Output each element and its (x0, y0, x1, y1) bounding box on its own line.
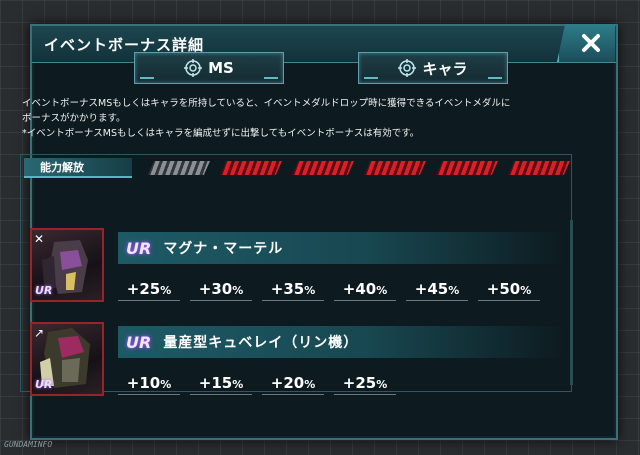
bonus-value: +45% (406, 280, 468, 301)
unit-portrait: ✕ UR (30, 228, 104, 302)
ability-level-stripe (220, 161, 282, 175)
bonus-value: +10% (118, 374, 180, 395)
title-bar: イベントボーナス詳細 (32, 26, 616, 63)
bonus-value: +30% (190, 280, 252, 301)
tab-decoration (364, 77, 378, 79)
description-note: *イベントボーナスMSもしくはキャラを編成せずに出撃してもイベントボーナスは有効… (22, 128, 420, 139)
tab-chara[interactable]: キャラ (358, 52, 508, 84)
sword-icon: ↗ (34, 326, 45, 340)
ability-unlock-label: 能力解放 (24, 158, 132, 178)
rarity-badge: UR (126, 332, 152, 352)
ability-unlock-row: 能力解放 (24, 158, 570, 180)
bonus-unit: % (232, 284, 244, 297)
description-text: イベントボーナスMSもしくはキャラを所持していると、イベントメダルドロップ時に獲… (22, 96, 562, 141)
scrollbar[interactable] (570, 220, 573, 385)
bonus-number: +20 (270, 374, 305, 392)
bonus-number: +30 (198, 280, 233, 298)
description-line: イベントボーナスMSもしくはキャラを所持していると、イベントメダルドロップ時に獲… (22, 98, 511, 109)
bonus-unit: % (304, 284, 316, 297)
ability-level-stripe (292, 161, 354, 175)
tab-ms[interactable]: MS (134, 52, 284, 84)
bonus-value: +40% (334, 280, 396, 301)
bonus-number: +50 (486, 280, 521, 298)
target-icon (398, 59, 417, 77)
rarity-badge: UR (126, 238, 152, 258)
bonus-value: +25% (334, 374, 396, 395)
bonus-unit: % (376, 284, 388, 297)
bonus-value: +20% (262, 374, 324, 395)
unit-portrait: ↗ UR (30, 322, 104, 396)
bonus-unit: % (448, 284, 460, 297)
bonus-number: +35 (270, 280, 305, 298)
ability-level-stripe (364, 161, 426, 175)
bonus-number: +25 (342, 374, 377, 392)
unit-name-bar: UR 量産型キュベレイ（リン機） (118, 326, 568, 358)
target-icon (184, 59, 203, 77)
unit-name-bar: UR マグナ・マーテル (118, 232, 568, 264)
bonus-number: +45 (414, 280, 449, 298)
unit-name: 量産型キュベレイ（リン機） (163, 335, 359, 351)
description-line: ボーナスがかかります。 (22, 113, 126, 124)
bonus-number: +25 (126, 280, 161, 298)
bonus-value: +35% (262, 280, 324, 301)
tab-chara-label: キャラ (422, 59, 468, 78)
ability-level-stripe (148, 161, 210, 175)
unit-name: マグナ・マーテル (163, 241, 284, 257)
bonus-value: +50% (478, 280, 540, 301)
tab-decoration (264, 77, 278, 79)
bonus-unit: % (520, 284, 532, 297)
bonus-unit: % (160, 378, 172, 391)
close-button[interactable] (557, 24, 615, 62)
bonus-number: +10 (126, 374, 161, 392)
rarity-badge: UR (35, 284, 53, 297)
bonus-unit: % (376, 378, 388, 391)
crossed-swords-icon: ✕ (34, 232, 45, 246)
bonus-unit: % (232, 378, 244, 391)
tab-decoration (488, 77, 502, 79)
bonus-value: +15% (190, 374, 252, 395)
watermark-text: GUNDAMINFO (4, 440, 53, 449)
ability-level-stripe (436, 161, 498, 175)
bonus-value: +25% (118, 280, 180, 301)
unit-row[interactable]: ✕ UR UR マグナ・マーテル +25% +30% +35% +40% +45… (30, 228, 570, 310)
bonus-unit: % (160, 284, 172, 297)
bonus-number: +15 (198, 374, 233, 392)
close-icon (582, 34, 600, 52)
unit-row[interactable]: ↗ UR UR 量産型キュベレイ（リン機） +10% +15% +20% +25… (30, 322, 570, 404)
bonus-unit: % (304, 378, 316, 391)
ability-level-stripe (508, 161, 570, 175)
rarity-badge: UR (35, 378, 53, 391)
tab-ms-label: MS (208, 59, 234, 77)
tab-decoration (140, 77, 154, 79)
bonus-number: +40 (342, 280, 377, 298)
